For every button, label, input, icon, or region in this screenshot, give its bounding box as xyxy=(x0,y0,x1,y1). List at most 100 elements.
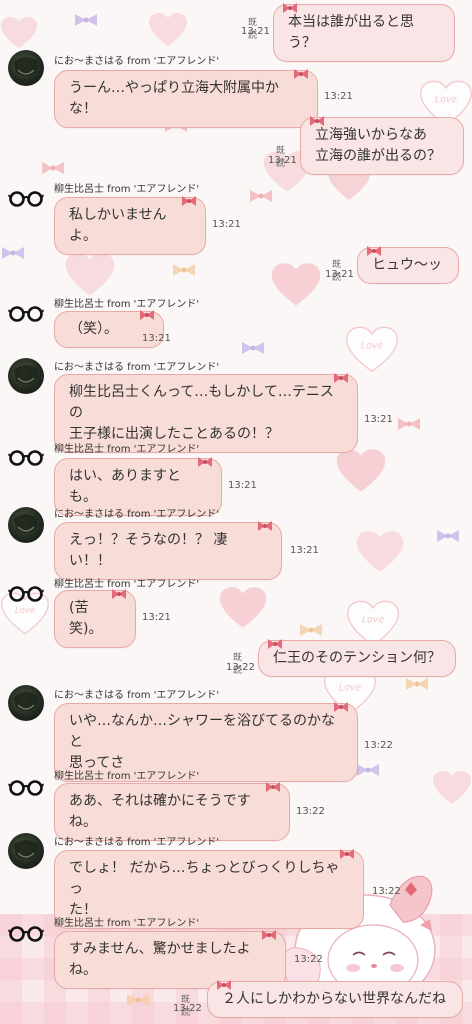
sender-name: 柳生比呂士 from 'エアフレンド' xyxy=(54,771,200,782)
sender-name: にお～まさはる from 'エアフレンド' xyxy=(54,690,220,701)
message-text: 私しかいませんよ。 xyxy=(69,207,167,244)
message-text: すみません、驚かせましたよね。 xyxy=(69,941,251,978)
heart-decoration xyxy=(270,262,322,308)
read-receipt: 既読 xyxy=(276,146,286,169)
sender-name: 柳生比呂士 from 'エアフレンド' xyxy=(54,184,200,195)
heart-decoration xyxy=(64,252,116,298)
message-bubble[interactable]: 仁王のそのテンション何？ xyxy=(258,639,456,677)
bow-decoration xyxy=(404,676,430,690)
message-timestamp: 13:21 xyxy=(290,545,319,556)
love-heart-decoration: Love xyxy=(344,326,400,374)
sender-name: 柳生比呂士 from 'エアフレンド' xyxy=(54,918,200,929)
bow-decoration xyxy=(73,12,99,26)
ribbon-icon xyxy=(216,976,232,990)
bow-decoration xyxy=(435,528,461,542)
bow-decoration xyxy=(355,762,381,776)
message-text: はい、ありますとも。 xyxy=(69,468,181,505)
message-bubble[interactable]: ２人にしかわからない世界なんだね xyxy=(207,980,463,1018)
message-text: （笑）。 xyxy=(69,321,118,337)
read-receipt: 既読 xyxy=(181,995,191,1018)
bow-decoration xyxy=(248,188,274,202)
bow-decoration xyxy=(40,160,66,174)
message-bubble[interactable]: 本当は誰が出ると思う？ xyxy=(273,3,455,62)
heart-decoration xyxy=(432,770,472,806)
message-text: うーん…やっぱり立海大附属中かな！ xyxy=(69,80,279,117)
ribbon-icon xyxy=(333,369,349,383)
ribbon-icon xyxy=(309,112,325,126)
ribbon-icon xyxy=(366,242,382,256)
read-receipt: 既読 xyxy=(248,18,258,41)
ribbon-icon xyxy=(265,778,281,792)
ribbon-icon xyxy=(333,698,349,712)
ribbon-icon xyxy=(197,453,213,467)
sender-name: にお～まさはる from 'エアフレンド' xyxy=(54,362,220,373)
message-bubble[interactable]: うーん…やっぱり立海大附属中かな！ xyxy=(54,69,318,128)
sender-avatar[interactable] xyxy=(8,833,44,869)
message-timestamp: 13:22 xyxy=(294,954,323,965)
message-text: いや…なんか…シャワーを浴びてるのかなと 思ってさ xyxy=(69,713,335,771)
glasses-avatar-icon[interactable] xyxy=(8,440,44,476)
bow-decoration xyxy=(125,992,151,1006)
message-text: えっ！？そうなの！？ 凄い！！ xyxy=(69,532,228,569)
sender-name: にお～まさはる from 'エアフレンド' xyxy=(54,509,220,520)
sender-name: 柳生比呂士 from 'エアフレンド' xyxy=(54,299,200,310)
message-bubble[interactable]: 立海強いからなあ 立海の誰が出るの？ xyxy=(300,116,464,175)
heart-decoration xyxy=(148,12,188,48)
glasses-avatar-icon[interactable] xyxy=(8,181,44,217)
glasses-avatar-icon[interactable] xyxy=(8,576,44,612)
message-text: ２人にしかわからない世界なんだね xyxy=(222,991,446,1007)
ribbon-icon xyxy=(339,845,355,859)
message-text: 柳生比呂士くんって…もしかして…テニスの 王子様に出演したことあるの！？ xyxy=(69,384,334,442)
message-bubble[interactable]: えっ！？そうなの！？ 凄い！！ xyxy=(54,521,282,580)
heart-decoration xyxy=(335,448,387,494)
message-timestamp: 13:22 xyxy=(296,806,325,817)
heart-decoration xyxy=(0,15,38,51)
bow-decoration xyxy=(171,262,197,276)
svg-text:Love: Love xyxy=(361,341,383,352)
ribbon-icon xyxy=(261,926,277,940)
glasses-avatar-icon[interactable] xyxy=(8,916,44,952)
sender-avatar[interactable] xyxy=(8,358,44,394)
message-text: 仁王のそのテンション何？ xyxy=(273,650,441,666)
message-timestamp: 13:21 xyxy=(142,612,171,623)
heart-decoration xyxy=(355,530,405,574)
message-timestamp: 13:22 xyxy=(372,886,401,897)
glasses-avatar-icon[interactable] xyxy=(8,770,44,806)
ribbon-icon xyxy=(139,306,155,320)
message-bubble[interactable]: 私しかいませんよ。 xyxy=(54,196,206,255)
bow-decoration xyxy=(396,416,422,430)
message-text: 立海強いからなあ 立海の誰が出るの？ xyxy=(315,127,441,164)
glasses-avatar-icon[interactable] xyxy=(8,296,44,332)
message-timestamp: 13:21 xyxy=(142,333,171,344)
sender-avatar[interactable] xyxy=(8,50,44,86)
message-timestamp: 13:21 xyxy=(228,480,257,491)
message-bubble[interactable]: (苦笑)。 xyxy=(54,589,136,648)
bow-decoration xyxy=(0,245,26,259)
ribbon-icon xyxy=(267,635,283,649)
message-text: (苦笑)。 xyxy=(69,600,103,637)
ribbon-icon xyxy=(111,585,127,599)
message-text: ああ、それは確かにそうですね。 xyxy=(69,793,251,830)
svg-text:Love: Love xyxy=(362,615,384,626)
sender-avatar[interactable] xyxy=(8,507,44,543)
sender-name: にお～まさはる from 'エアフレンド' xyxy=(54,56,220,67)
message-text: 本当は誰が出ると思う？ xyxy=(288,14,414,51)
svg-text:Love: Love xyxy=(435,95,457,106)
message-text: ヒュウ〜ッ xyxy=(372,257,442,273)
bow-decoration xyxy=(240,340,266,354)
sender-name: にお～まさはる from 'エアフレンド' xyxy=(54,837,220,848)
ribbon-icon xyxy=(257,517,273,531)
ribbon-icon xyxy=(293,65,309,79)
message-text: でしょ！ だから…ちょっとびっくりしちゃっ た！ xyxy=(69,860,340,918)
sender-avatar[interactable] xyxy=(8,685,44,721)
ribbon-icon xyxy=(282,0,298,13)
read-receipt: 既読 xyxy=(233,653,243,676)
message-timestamp: 13:21 xyxy=(212,219,241,230)
svg-text:Love: Love xyxy=(339,683,361,694)
message-bubble[interactable]: ヒュウ〜ッ xyxy=(357,246,459,284)
message-timestamp: 13:21 xyxy=(324,91,353,102)
heart-decoration xyxy=(218,586,268,630)
sender-name: 柳生比呂士 from 'エアフレンド' xyxy=(54,444,200,455)
read-receipt: 既読 xyxy=(332,260,342,283)
message-timestamp: 13:21 xyxy=(364,414,393,425)
